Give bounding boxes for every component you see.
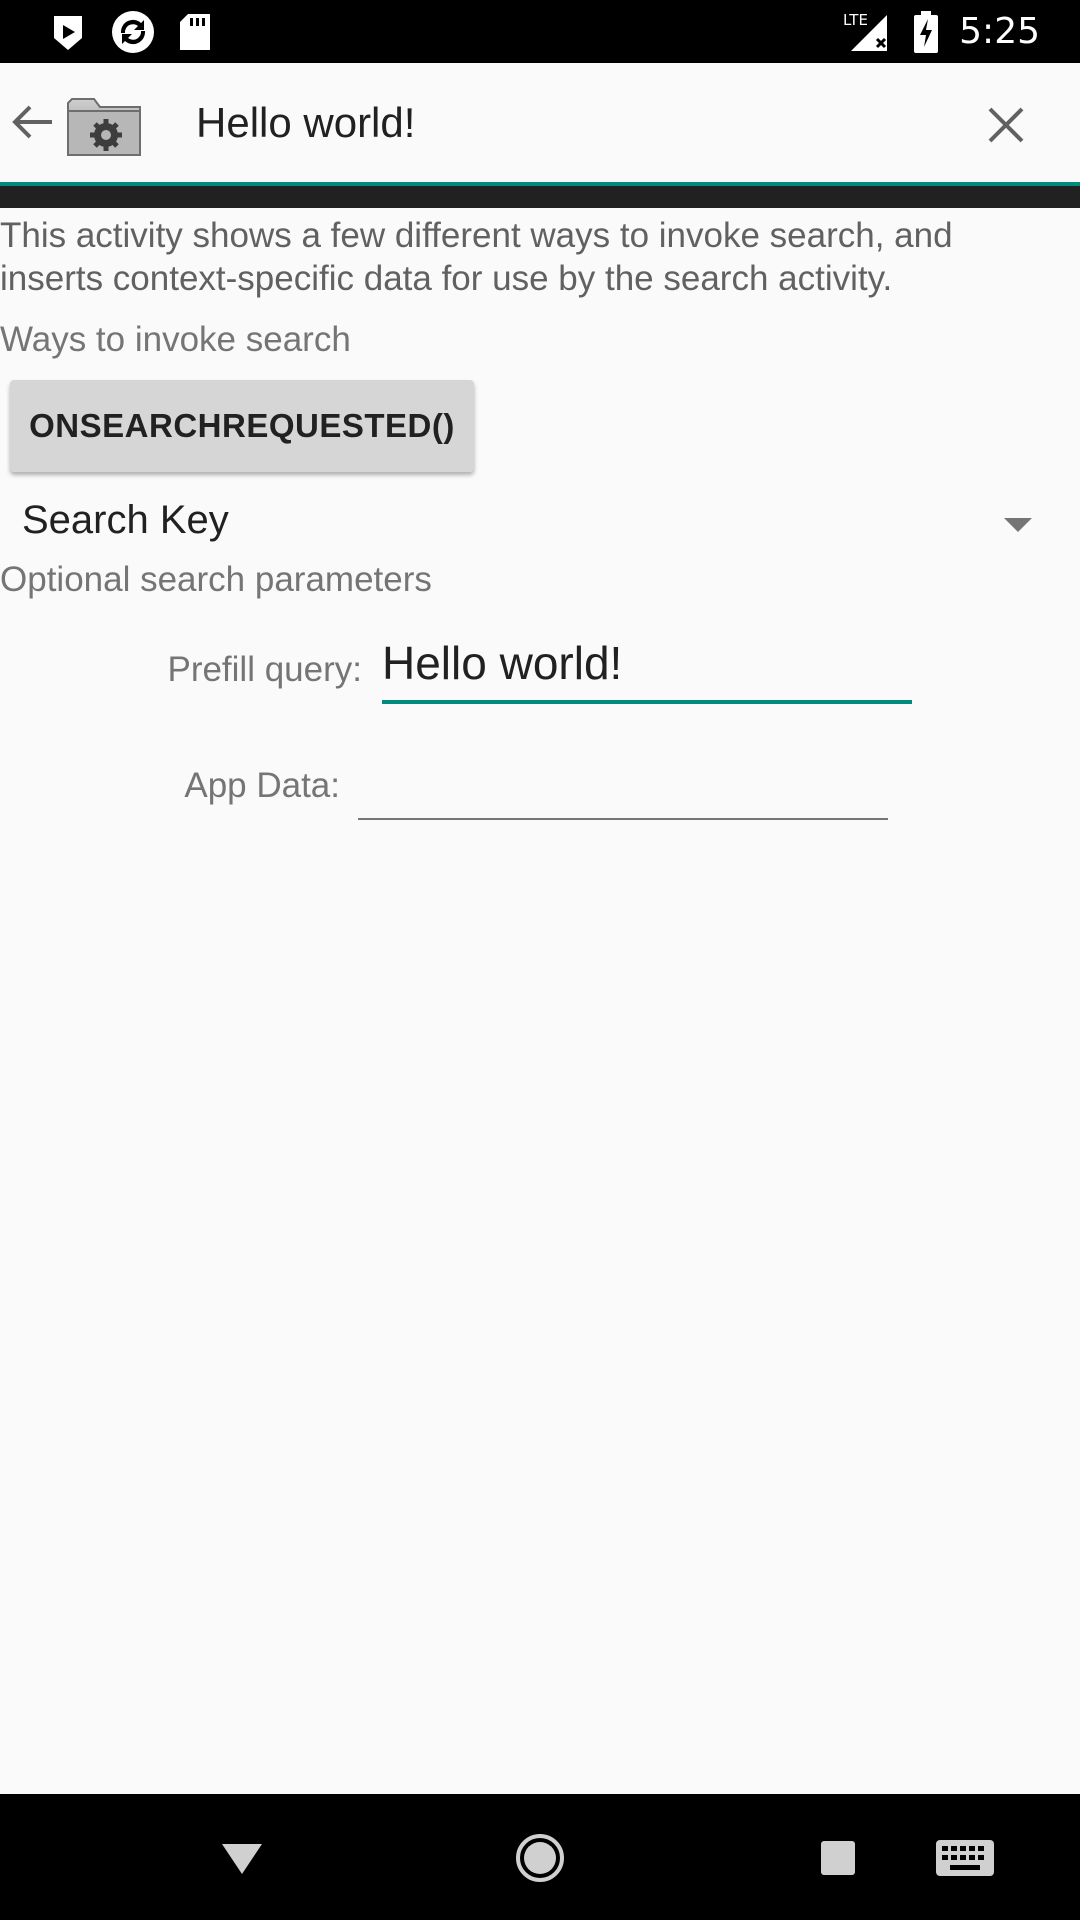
folder-gear-icon [67,98,141,156]
search-query-input[interactable]: Hello world! [196,99,415,147]
search-bar: Hello world! [0,63,1080,185]
search-mode-spinner[interactable]: Search Key [22,498,1032,550]
keyboard-icon[interactable] [930,1830,1000,1886]
arrow-back-icon[interactable] [8,97,58,147]
battery-charging-icon [914,10,939,53]
signal-icon: LTE [843,11,888,51]
app-data-field[interactable] [358,748,888,820]
prefill-query-label: Prefill query: [167,650,362,689]
navigation-bar [0,1794,1080,1920]
dropdown-arrow-icon [1004,518,1032,532]
prefill-query-field[interactable]: Hello world! [382,628,912,704]
sync-icon [112,11,154,53]
action-bar-shadow [0,186,1080,208]
play-store-icon [54,16,82,50]
section-heading-invoke: Ways to invoke search [0,320,351,359]
notification-icons [48,10,212,54]
clock: 5:25 [959,11,1040,52]
section-heading-optional: Optional search parameters [0,560,432,599]
spinner-value: Search Key [22,498,229,542]
status-bar: LTE 5:25 [0,0,1080,63]
back-nav-icon[interactable] [212,1830,272,1886]
sd-card-icon [180,14,210,50]
intro-text: This activity shows a few different ways… [0,216,953,298]
app-data-label: App Data: [184,766,340,805]
prefill-query-value: Hello world! [382,637,623,689]
app-data-underline [358,818,888,820]
prefill-query-underline [382,700,912,704]
onsearchrequested-button[interactable]: ONSEARCHREQUESTED() [10,380,474,472]
recents-nav-icon[interactable] [808,1830,868,1886]
system-icons: LTE 5:25 [843,0,1040,63]
network-type-label: LTE [843,11,868,29]
home-nav-icon[interactable] [510,1830,570,1886]
close-icon[interactable] [984,103,1028,147]
